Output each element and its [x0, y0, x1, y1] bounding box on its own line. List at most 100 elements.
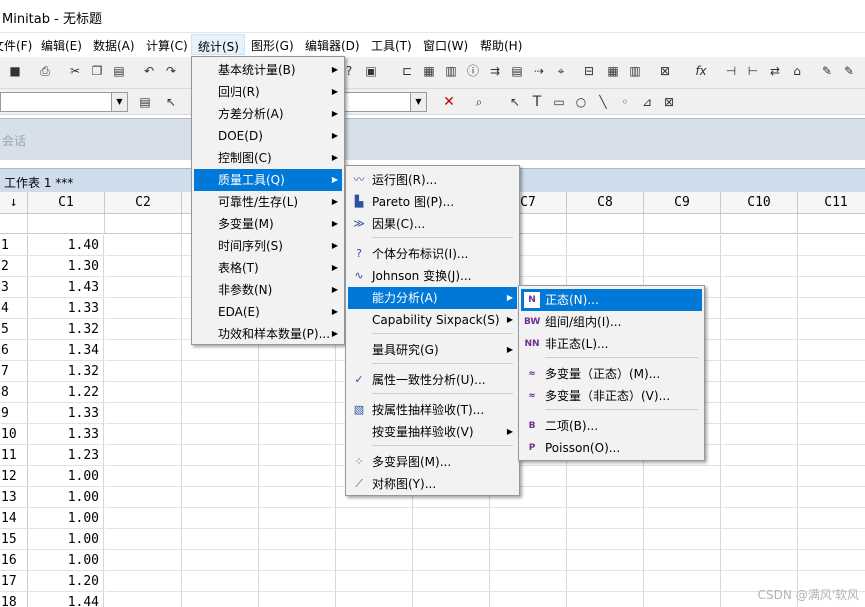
session-window[interactable]: 会话 [0, 118, 865, 160]
capability-menu-item-1[interactable]: BW 组间/组内(I)... [521, 311, 702, 333]
cell[interactable] [490, 571, 567, 592]
cell[interactable] [567, 571, 644, 592]
cell[interactable] [105, 445, 182, 466]
cell-c1[interactable]: 1.00 [28, 508, 104, 529]
cell[interactable] [798, 466, 865, 487]
cell-c1[interactable]: 1.33 [28, 298, 104, 319]
cell[interactable] [798, 382, 865, 403]
menu-2[interactable]: 数据(A) [93, 37, 135, 54]
cell[interactable] [413, 571, 490, 592]
cell[interactable] [798, 445, 865, 466]
cell[interactable] [721, 340, 798, 361]
row-number[interactable]: 14 [0, 508, 28, 529]
cell[interactable] [105, 592, 182, 607]
insert-row-icon[interactable]: ⊣ [722, 63, 740, 81]
cell[interactable] [798, 550, 865, 571]
cell[interactable] [182, 382, 259, 403]
quality-menu-item-0[interactable]: 〰运行图(R)... [348, 169, 517, 191]
column-name-cell[interactable] [105, 214, 182, 234]
cell[interactable] [259, 529, 336, 550]
cell[interactable] [490, 550, 567, 571]
quality-menu-item-5[interactable]: 能力分析(A) ▶ [348, 287, 517, 309]
cell[interactable] [105, 487, 182, 508]
capability-menu-item-5[interactable]: B 二项(B)... [521, 415, 702, 437]
stat-menu-item-8[interactable]: 时间序列(S) ▶ [194, 235, 342, 257]
quality-menu-item-6[interactable]: Capability Sixpack(S) ▶ [348, 309, 517, 331]
stat-menu-item-1[interactable]: 回归(R) ▶ [194, 81, 342, 103]
insert-column-icon[interactable]: ⊢ [744, 63, 762, 81]
cell-c1[interactable]: 1.00 [28, 487, 104, 508]
cell-c1[interactable]: 1.30 [28, 256, 104, 277]
cell-c1[interactable]: 1.34 [28, 340, 104, 361]
quality-menu-item-10[interactable]: 按变量抽样验收(V) ▶ [348, 421, 517, 443]
cell[interactable] [259, 592, 336, 607]
cell[interactable] [105, 256, 182, 277]
column-header-c9[interactable]: C9 [644, 192, 721, 214]
stat-menu-item-5[interactable]: 质量工具(Q) ▶ [194, 169, 342, 191]
undo-icon[interactable]: ↶ [140, 63, 158, 81]
stat-menu-item-10[interactable]: 非参数(N) ▶ [194, 279, 342, 301]
menu-5[interactable]: 图形(G) [251, 37, 294, 54]
row-number[interactable]: 15 [0, 529, 28, 550]
column-header-c1[interactable]: C1 [28, 192, 105, 214]
cell[interactable] [105, 319, 182, 340]
menu-8[interactable]: 窗口(W) [423, 37, 468, 54]
cell[interactable] [259, 403, 336, 424]
column-header-c2[interactable]: C2 [105, 192, 182, 214]
quality-menu-item-1[interactable]: ▙ Pareto 图(P)... [348, 191, 517, 213]
pointer-icon[interactable]: ↖ [162, 94, 180, 112]
menu-0[interactable]: 文件(F) [0, 37, 32, 54]
cell[interactable] [567, 529, 644, 550]
cell-c1[interactable]: 1.20 [28, 571, 104, 592]
capability-menu-item-0[interactable]: N 正态(N)... [521, 289, 702, 311]
quality-menu-item-7[interactable]: 量具研究(G) ▶ [348, 339, 517, 361]
capability-menu-item-2[interactable]: NN 非正态(L)... [521, 333, 702, 355]
worksheet-icon[interactable]: ▦ [420, 63, 438, 81]
cell[interactable] [182, 550, 259, 571]
font-dropdown[interactable]: ▼ [0, 92, 128, 112]
quality-menu-item-2[interactable]: ≫ 因果(C)... [348, 213, 517, 235]
formula-icon[interactable]: fx [692, 63, 710, 81]
zoom-icon[interactable]: ⌕ [470, 94, 488, 112]
print-icon[interactable]: ⎙ [36, 63, 54, 81]
cell-c1[interactable]: 1.32 [28, 319, 104, 340]
menu-1[interactable]: 编辑(E) [41, 37, 82, 54]
row-number[interactable]: 10 [0, 424, 28, 445]
cell[interactable] [105, 424, 182, 445]
cell[interactable] [798, 298, 865, 319]
cell[interactable] [182, 529, 259, 550]
stat-menu-item-4[interactable]: 控制图(C) ▶ [194, 147, 342, 169]
row-number[interactable]: 12 [0, 466, 28, 487]
row-number[interactable]: 3 [0, 277, 28, 298]
cell[interactable] [798, 340, 865, 361]
cell[interactable] [182, 424, 259, 445]
quality-menu-item-3[interactable]: ? 个体分布标识(I)... [348, 243, 517, 265]
cell[interactable] [182, 508, 259, 529]
cell[interactable] [798, 487, 865, 508]
quality-menu-item-9[interactable]: ▧ 按属性抽样验收(T)... [348, 399, 517, 421]
cell[interactable] [721, 382, 798, 403]
quality-menu-item-8[interactable]: ✓ 属性一致性分析(U)... [348, 369, 517, 391]
cell[interactable] [105, 235, 182, 256]
cell[interactable] [259, 445, 336, 466]
stat-menu-item-3[interactable]: DOE(D) ▶ [194, 125, 342, 147]
cell[interactable] [798, 424, 865, 445]
cell[interactable] [798, 319, 865, 340]
cell[interactable] [721, 256, 798, 277]
column-properties-icon[interactable]: ⌂ [788, 63, 806, 81]
cell-c1[interactable]: 1.00 [28, 550, 104, 571]
cell-c1[interactable]: 1.40 [28, 235, 104, 256]
cell[interactable] [798, 508, 865, 529]
cell[interactable] [798, 529, 865, 550]
cell[interactable] [798, 403, 865, 424]
menu-6[interactable]: 编辑器(D) [305, 37, 360, 54]
cell[interactable] [413, 592, 490, 607]
row-number[interactable]: 5 [0, 319, 28, 340]
close-red-icon[interactable]: ✕ [440, 94, 458, 112]
row-number[interactable]: 16 [0, 550, 28, 571]
cell[interactable] [413, 529, 490, 550]
cell[interactable] [182, 361, 259, 382]
cell[interactable] [567, 487, 644, 508]
cell[interactable] [105, 340, 182, 361]
cell[interactable] [490, 508, 567, 529]
